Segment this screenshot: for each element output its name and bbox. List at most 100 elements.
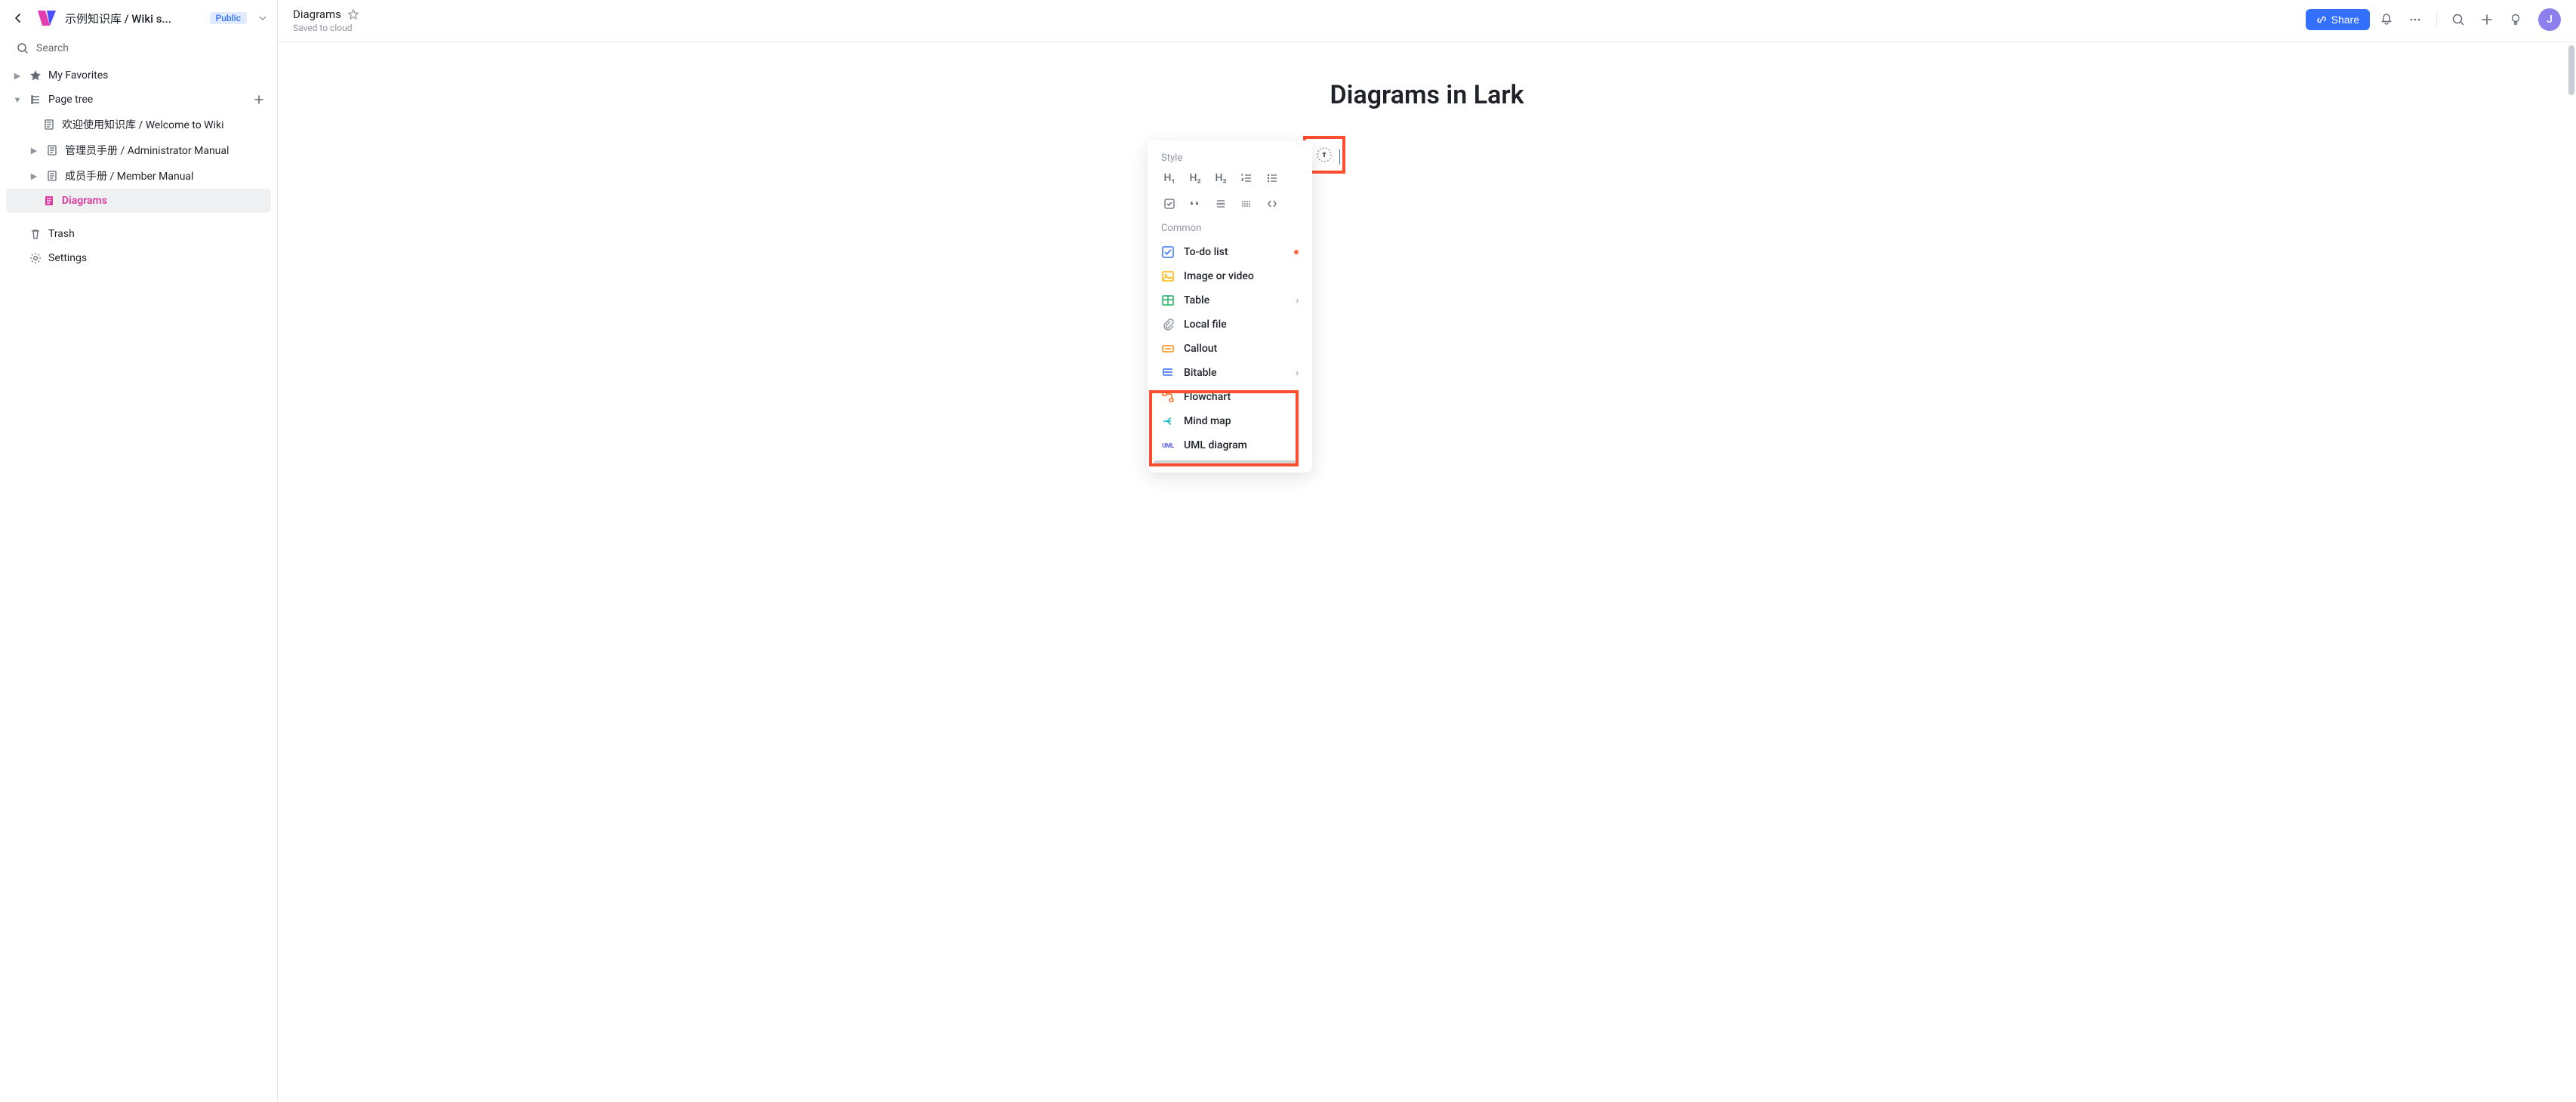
notifications-button[interactable] xyxy=(2374,8,2399,32)
menu-scrollbar[interactable] xyxy=(1154,460,1306,466)
menu-item-todo[interactable]: To-do list xyxy=(1151,240,1309,264)
document-icon xyxy=(45,143,59,157)
scrollbar-thumb[interactable] xyxy=(1154,460,1297,466)
sidebar-footer: · Trash · Settings xyxy=(0,219,277,273)
nav-trash[interactable]: · Trash xyxy=(6,222,271,246)
nav-favorites-label: My Favorites xyxy=(48,69,108,82)
menu-item-mindmap[interactable]: Mind map xyxy=(1151,409,1309,433)
tree-item-member[interactable]: ▶ 成员手册 / Member Manual xyxy=(6,163,271,189)
menu-item-image[interactable]: Image or video xyxy=(1151,264,1309,288)
back-button[interactable] xyxy=(8,8,29,29)
tree-icon xyxy=(29,93,42,106)
star-icon xyxy=(29,69,42,82)
tree-item-diagrams[interactable]: Diagrams xyxy=(6,189,271,213)
style-ordered-list[interactable] xyxy=(1238,170,1255,186)
breadcrumb-dropdown[interactable] xyxy=(259,14,267,22)
style-highlight[interactable] xyxy=(1213,195,1229,212)
nav-settings[interactable]: · Settings xyxy=(6,246,271,270)
topbar-search-button[interactable] xyxy=(2446,8,2470,32)
style-divider[interactable] xyxy=(1238,195,1255,212)
text-caret xyxy=(1339,149,1340,165)
lightbulb-icon xyxy=(2509,13,2522,26)
style-bullet-list[interactable] xyxy=(1264,170,1280,186)
uml-icon: UML xyxy=(1161,439,1175,452)
share-button[interactable]: Share xyxy=(2306,9,2370,30)
doc-title[interactable]: Diagrams xyxy=(293,8,341,21)
menu-item-label: To-do list xyxy=(1184,246,1228,258)
sidebar: 示例知识库 / Wiki s... Public Search ▶ My Fav… xyxy=(0,0,278,1102)
save-status: Saved to cloud xyxy=(293,23,359,33)
workspace-breadcrumb[interactable]: 示例知识库 / Wiki s... xyxy=(65,11,199,26)
table-icon xyxy=(1161,294,1175,307)
image-icon xyxy=(1161,269,1175,283)
menu-item-table[interactable]: Table › xyxy=(1151,288,1309,312)
topbar-actions: Share J xyxy=(2306,8,2561,32)
chevron-right-icon: › xyxy=(1296,295,1299,306)
style-code[interactable] xyxy=(1264,195,1280,212)
nav-page-tree-label: Page tree xyxy=(48,94,93,106)
nav-settings-label: Settings xyxy=(48,252,87,264)
favorite-button[interactable] xyxy=(347,8,359,20)
ordered-list-icon xyxy=(1240,172,1253,184)
chevron-right-icon: › xyxy=(1296,368,1299,378)
more-button[interactable] xyxy=(2403,8,2427,32)
menu-item-label: Image or video xyxy=(1184,270,1254,282)
tree-item-label: 欢迎使用知识库 / Welcome to Wiki xyxy=(62,117,223,132)
trash-icon xyxy=(29,227,42,241)
page-title[interactable]: Diagrams in Lark xyxy=(1148,80,1706,110)
style-checklist[interactable] xyxy=(1161,195,1178,212)
new-indicator-dot xyxy=(1294,250,1299,254)
star-outline-icon xyxy=(347,8,359,20)
document-content[interactable]: Diagrams in Lark Style H₁ H₂ xyxy=(1117,42,1736,525)
highlight-icon xyxy=(1215,198,1227,210)
attachment-icon xyxy=(1161,318,1175,331)
tree-item-admin[interactable]: ▶ 管理员手册 / Administrator Manual xyxy=(6,137,271,163)
menu-item-label: UML diagram xyxy=(1184,439,1247,451)
menu-item-label: Mind map xyxy=(1184,415,1231,427)
menu-item-bitable[interactable]: Bitable › xyxy=(1151,361,1309,385)
bullet-list-icon xyxy=(1266,172,1278,184)
style-quote[interactable] xyxy=(1187,195,1203,212)
tree-item-label: 管理员手册 / Administrator Manual xyxy=(65,143,229,158)
bell-icon xyxy=(2380,13,2393,26)
tree-item-welcome[interactable]: 欢迎使用知识库 / Welcome to Wiki xyxy=(6,112,271,137)
search-icon xyxy=(2451,13,2465,26)
user-avatar[interactable]: J xyxy=(2538,8,2561,31)
document-area[interactable]: Diagrams in Lark Style H₁ H₂ xyxy=(278,42,2576,1102)
topbar: Diagrams Saved to cloud Share J xyxy=(278,0,2576,42)
document-icon xyxy=(42,194,56,208)
sidebar-header: 示例知识库 / Wiki s... Public xyxy=(0,0,277,36)
link-icon xyxy=(2316,14,2327,25)
visibility-badge: Public xyxy=(210,12,247,24)
create-button[interactable] xyxy=(2475,8,2499,32)
plus-icon xyxy=(253,94,265,106)
menu-item-flowchart[interactable]: Flowchart xyxy=(1151,385,1309,409)
chevron-right-icon: ▶ xyxy=(29,171,39,181)
nav-page-tree[interactable]: ▼ Page tree xyxy=(6,88,271,112)
menu-item-uml[interactable]: UML UML diagram xyxy=(1151,433,1309,457)
quote-icon xyxy=(1189,198,1201,210)
menu-item-localfile[interactable]: Local file xyxy=(1151,312,1309,337)
nav-favorites[interactable]: ▶ My Favorites xyxy=(6,63,271,88)
menu-item-label: Flowchart xyxy=(1184,391,1231,403)
workspace-logo-icon xyxy=(36,8,57,29)
nav-trash-label: Trash xyxy=(48,228,75,240)
search-button[interactable]: Search xyxy=(0,36,277,60)
search-icon xyxy=(17,42,29,54)
bitable-icon xyxy=(1161,366,1175,380)
chevron-down-icon: ▼ xyxy=(12,95,23,105)
style-h2[interactable]: H₂ xyxy=(1187,170,1203,186)
separator xyxy=(2436,11,2437,28)
add-page-button[interactable] xyxy=(253,94,265,106)
chevron-left-icon xyxy=(12,12,24,24)
scrollbar-thumb[interactable] xyxy=(2568,45,2574,95)
menu-item-label: Bitable xyxy=(1184,367,1217,379)
help-button[interactable] xyxy=(2504,8,2528,32)
nav-section: ▶ My Favorites ▼ Page tree 欢迎 xyxy=(0,60,277,216)
style-h1[interactable]: H₁ xyxy=(1161,170,1178,186)
style-h3[interactable]: H₃ xyxy=(1213,170,1229,186)
tree-item-label: 成员手册 / Member Manual xyxy=(65,168,193,183)
menu-item-callout[interactable]: Callout xyxy=(1151,337,1309,361)
divider-icon xyxy=(1240,198,1253,210)
insert-block-menu: Style H₁ H₂ H₃ xyxy=(1148,140,1312,473)
